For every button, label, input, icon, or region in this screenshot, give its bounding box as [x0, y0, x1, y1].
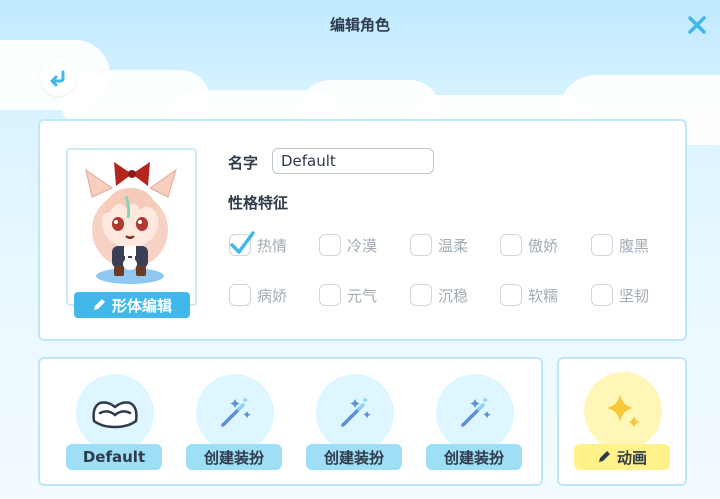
trait-label: 热情	[257, 236, 288, 255]
trait-label: 软糯	[528, 286, 559, 305]
trait-checkbox-tsundere[interactable]: 傲娇	[500, 232, 558, 258]
name-label: 名字	[228, 154, 259, 172]
trait-label: 元气	[347, 286, 378, 305]
traits-label: 性格特征	[228, 194, 289, 212]
name-input[interactable]	[272, 148, 434, 174]
checkbox-box	[591, 284, 613, 306]
checkbox-box	[500, 234, 522, 256]
trait-label: 沉稳	[438, 286, 469, 305]
trait-label: 傲娇	[528, 236, 559, 255]
create-outfit-label[interactable]: 创建装扮	[186, 444, 282, 470]
animation-label: 动画	[616, 448, 647, 467]
checkmark-icon	[230, 231, 255, 254]
checkbox-box	[319, 234, 341, 256]
character-avatar	[85, 162, 177, 284]
page-title: 编辑角色	[329, 16, 390, 34]
trait-checkbox-soft[interactable]: 软糯	[500, 282, 558, 308]
trait-checkbox-yandere[interactable]: 病娇	[229, 282, 287, 308]
back-arrow-icon	[50, 70, 65, 87]
trait-label: 温柔	[438, 236, 469, 255]
edit-body-button[interactable]: 形体编辑	[74, 292, 190, 318]
trait-checkbox-cold[interactable]: 冷漠	[319, 232, 377, 258]
trait-label: 坚韧	[619, 286, 650, 305]
create-outfit-label[interactable]: 创建装扮	[426, 444, 522, 470]
trait-label: 冷漠	[347, 236, 378, 255]
close-button[interactable]	[686, 14, 708, 36]
trait-checkbox-gentle[interactable]: 温柔	[410, 232, 468, 258]
outfit-slot-circle[interactable]	[196, 374, 274, 452]
outfit-slot-label[interactable]: Default	[66, 444, 162, 470]
trait-label: 病娇	[257, 286, 288, 305]
edit-body-label: 形体编辑	[111, 296, 172, 315]
create-outfit-label[interactable]: 创建装扮	[306, 444, 402, 470]
sparkle-icon	[606, 394, 640, 428]
checkbox-box	[229, 284, 251, 306]
checkbox-box	[591, 234, 613, 256]
back-button[interactable]	[40, 60, 76, 96]
trait-checkbox-energetic[interactable]: 元气	[319, 282, 377, 308]
outfit-slot-circle[interactable]	[436, 374, 514, 452]
checkbox-box	[319, 284, 341, 306]
animation-button[interactable]: 动画	[574, 444, 670, 470]
trait-checkbox-resilient[interactable]: 坚韧	[591, 282, 649, 308]
magic-wand-icon	[461, 397, 491, 427]
avatar-frame[interactable]	[66, 148, 197, 306]
pencil-icon	[93, 299, 105, 310]
trait-label: 腹黑	[619, 236, 650, 255]
magic-wand-icon	[221, 397, 251, 427]
trait-checkbox-scheming[interactable]: 腹黑	[591, 232, 649, 258]
pencil-icon	[598, 451, 610, 462]
checkbox-box	[410, 234, 432, 256]
checkbox-box	[500, 284, 522, 306]
outfit-slot-circle[interactable]	[316, 374, 394, 452]
checkbox-box	[229, 231, 255, 256]
trait-checkbox-enthusiastic[interactable]: 热情	[229, 231, 288, 258]
folded-cloth-icon	[92, 401, 138, 429]
magic-wand-icon	[341, 397, 371, 427]
outfit-slot-circle[interactable]	[76, 374, 154, 452]
animation-circle[interactable]	[584, 372, 662, 450]
close-icon	[688, 16, 706, 34]
checkbox-box	[410, 284, 432, 306]
trait-checkbox-calm[interactable]: 沉稳	[410, 282, 468, 308]
